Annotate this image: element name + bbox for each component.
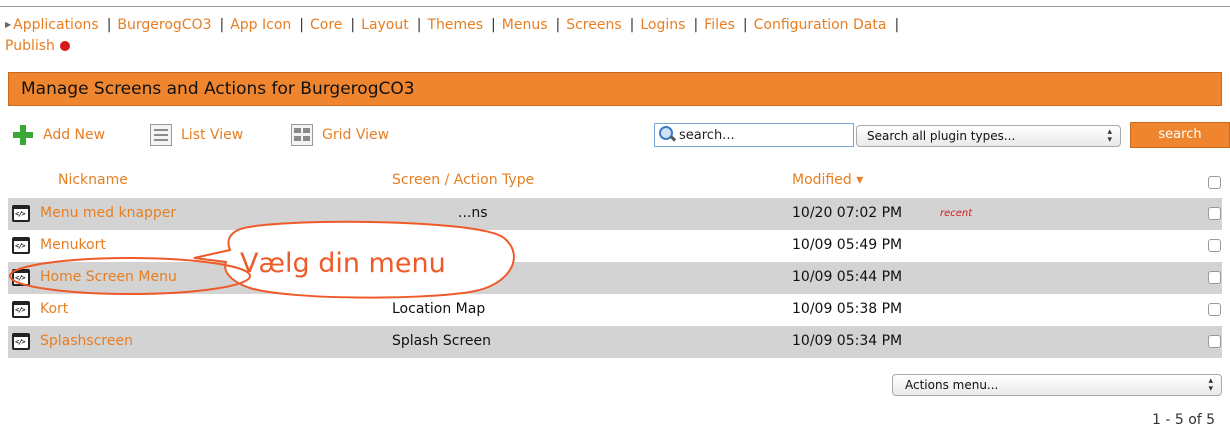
actions-menu-select[interactable]: Actions menu... ▴ ▾: [892, 374, 1222, 396]
actions-menu-value: Actions menu...: [905, 378, 999, 392]
highlight-ring: [9, 257, 251, 295]
annotation-overlay: [9, 220, 515, 299]
select-arrows-icon: ▴ ▾: [1208, 376, 1213, 394]
callout-text: Vælg din menu: [240, 248, 446, 279]
pagination-summary: 1 - 5 of 5: [1152, 412, 1216, 428]
